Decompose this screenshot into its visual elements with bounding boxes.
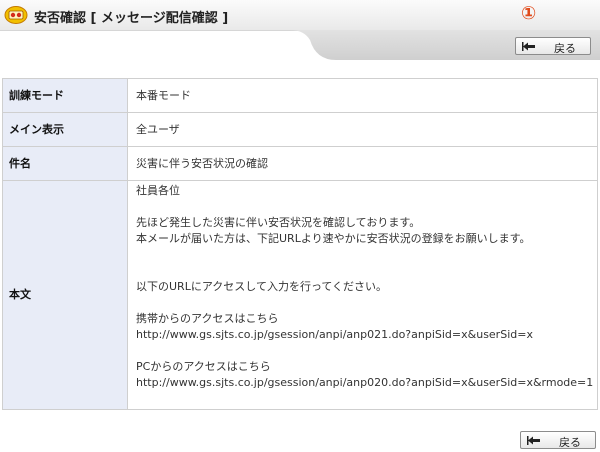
back-button-top[interactable]: 戻る (515, 37, 591, 55)
subject-value: 災害に伴う安否状況の確認 (127, 146, 598, 181)
table-row: メイン表示 全ユーザ (2, 112, 598, 147)
body-line-pc-heading: PCからのアクセスはこちら (136, 360, 271, 373)
body-line-greeting: 社員各位 (136, 184, 180, 197)
table-row: 訓練モード 本番モード (2, 78, 598, 113)
subject-label: 件名 (2, 146, 128, 181)
body-line-mobile-url: http://www.gs.sjts.co.jp/gsession/anpi/a… (136, 328, 533, 341)
main-display-value: 全ユーザ (127, 112, 598, 147)
table-row: 件名 災害に伴う安否状況の確認 (2, 146, 598, 181)
page-title: 安否確認 [ メッセージ配信確認 ] (34, 11, 229, 26)
back-arrow-icon (527, 436, 540, 445)
body-line-mobile-heading: 携帯からのアクセスはこちら (136, 312, 279, 325)
back-arrow-icon (522, 42, 535, 51)
body-label: 本文 (2, 180, 128, 410)
anpi-app-icon (4, 6, 28, 24)
back-button-label: 戻る (554, 42, 576, 55)
body-line-intro2: 本メールが届いた方は、下記URLより速やかに安否状況の登録をお願いします。 (136, 232, 531, 245)
body-line-intro1: 先ほど発生した災害に伴い安否状況を確認しております。 (136, 216, 421, 229)
training-mode-label: 訓練モード (2, 78, 128, 113)
back-button-bottom[interactable]: 戻る (520, 431, 596, 449)
message-body: 社員各位 先ほど発生した災害に伴い安否状況を確認しております。 本メールが届いた… (136, 181, 597, 391)
body-value: 社員各位 先ほど発生した災害に伴い安否状況を確認しております。 本メールが届いた… (127, 180, 598, 410)
main-display-label: メイン表示 (2, 112, 128, 147)
body-line-instruction: 以下のURLにアクセスして入力を行ってください。 (136, 280, 388, 293)
back-button-label: 戻る (559, 436, 581, 449)
annotation-marker: ① (521, 3, 537, 24)
message-detail-table: 訓練モード 本番モード メイン表示 全ユーザ 件名 災害に伴う安否状況の確認 本… (2, 78, 598, 410)
header-bar: 安否確認 [ メッセージ配信確認 ] (0, 0, 600, 31)
training-mode-value: 本番モード (127, 78, 598, 113)
body-line-pc-url: http://www.gs.sjts.co.jp/gsession/anpi/a… (136, 376, 594, 389)
table-row: 本文 社員各位 先ほど発生した災害に伴い安否状況を確認しております。 本メールが… (2, 180, 598, 410)
